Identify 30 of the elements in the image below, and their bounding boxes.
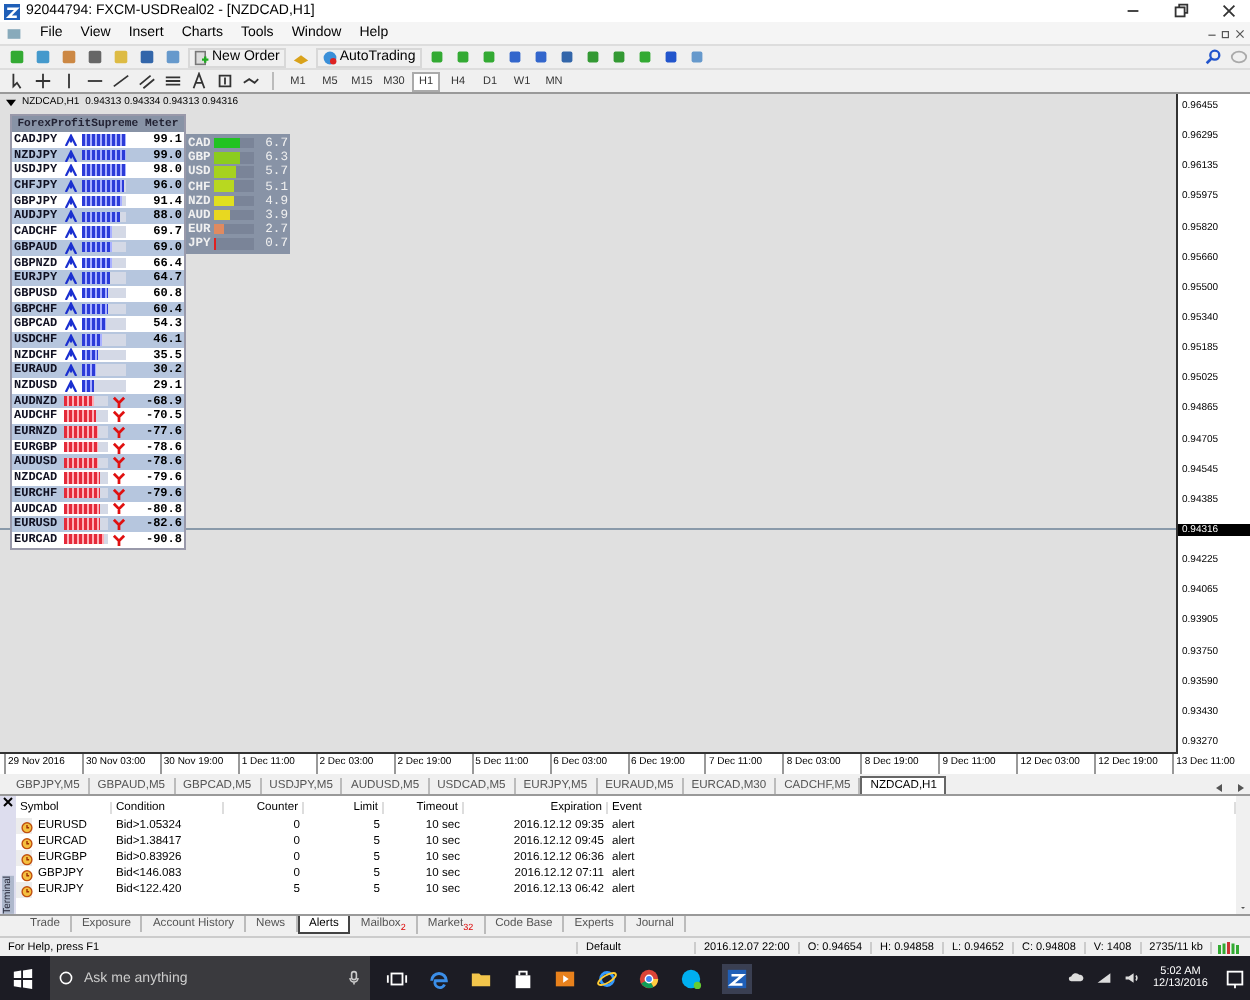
chrome-icon[interactable]	[638, 967, 660, 989]
close-icon[interactable]	[2, 796, 14, 808]
cortana-circle-icon[interactable]	[58, 970, 74, 986]
cursor-icon[interactable]	[8, 72, 26, 90]
trend-line-icon[interactable]	[112, 72, 130, 90]
restore-icon[interactable]	[1172, 2, 1190, 20]
microphone-icon[interactable]	[346, 970, 362, 986]
app-logo-icon[interactable]	[722, 963, 752, 993]
close-icon[interactable]	[1220, 2, 1238, 20]
speaker-icon	[1124, 970, 1141, 986]
internet-explorer-icon[interactable]	[596, 967, 618, 989]
store-bag-icon[interactable]	[512, 967, 534, 989]
notification-icon[interactable]	[1224, 967, 1246, 989]
close-icon[interactable]	[1234, 27, 1246, 39]
text-icon[interactable]	[190, 72, 208, 90]
cloud-icon	[1068, 970, 1085, 986]
up-arrow-icon	[64, 133, 78, 146]
connection-bars-icon	[1218, 941, 1243, 953]
task-view-icon[interactable]	[386, 967, 408, 989]
skype-icon[interactable]	[680, 967, 702, 989]
label-icon[interactable]	[216, 72, 234, 90]
network-icon	[1096, 970, 1113, 986]
fibonacci-icon[interactable]	[164, 72, 182, 90]
dropdown-icon[interactable]	[6, 97, 16, 107]
search-icon[interactable]	[1204, 48, 1222, 66]
media-player-icon[interactable]	[554, 967, 576, 989]
restore-icon[interactable]	[1220, 27, 1232, 39]
edge-browser-icon[interactable]	[428, 967, 450, 989]
windows-logo-icon[interactable]	[12, 967, 34, 989]
robot-icon	[321, 49, 338, 65]
